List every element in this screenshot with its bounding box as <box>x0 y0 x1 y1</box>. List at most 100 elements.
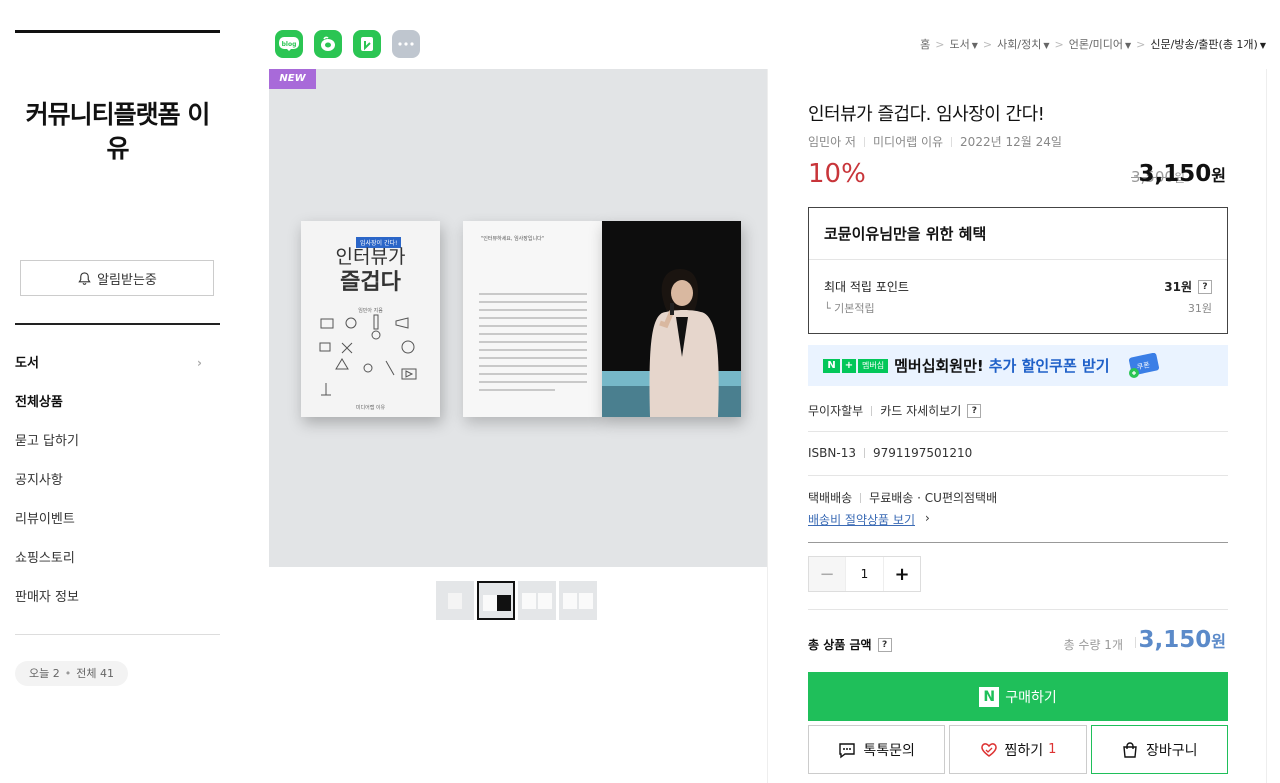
secondary-actions: 톡톡문의 찜하기 1 장바구니 <box>808 725 1228 774</box>
help-icon[interactable]: ? <box>967 403 982 418</box>
store-name[interactable]: 커뮤니티플랫폼 이유 <box>15 98 220 166</box>
thumbnail[interactable] <box>518 581 556 620</box>
page-heading: "인터뷰하세요, 임사장입니다" <box>481 236 544 242</box>
thumbnail[interactable] <box>559 581 597 620</box>
total-price: 3,150원 <box>1138 627 1227 653</box>
sidebar-item-books[interactable]: 도서 › <box>15 344 220 383</box>
base-points-row: └ 기본적립 31원 <box>824 300 1212 316</box>
sidebar-divider-top <box>15 30 220 33</box>
chevron-right-icon: › <box>197 356 202 370</box>
sidebar-divider-bottom <box>15 634 220 635</box>
breadcrumb-books[interactable]: 도서 ▼ <box>950 36 978 52</box>
quantity-plus-button[interactable]: + <box>884 557 920 591</box>
max-points-row: 최대 적립 포인트 31원? <box>824 278 1212 295</box>
chat-icon <box>839 742 856 758</box>
book-cover: 임사장이 간다! 인터뷰가 즐겁다 임민아 지음 미디어랩 이유 <box>301 221 440 417</box>
thumbnail[interactable] <box>436 581 474 620</box>
installment-label: 무이자할부 <box>808 404 864 418</box>
keep-icon[interactable] <box>353 30 381 58</box>
visit-total: 전체 41 <box>76 667 114 680</box>
caret-down-icon: ▼ <box>1043 41 1050 50</box>
buy-button[interactable]: N 구매하기 <box>808 672 1228 721</box>
quantity-minus-button[interactable]: − <box>809 557 845 591</box>
sidebar-item-label: 리뷰이벤트 <box>15 512 75 527</box>
sidebar-item-qna[interactable]: 묻고 답하기 <box>15 422 220 461</box>
coupon-icon: 쿠폰 <box>1128 353 1160 378</box>
help-icon[interactable]: ? <box>877 637 892 652</box>
isbn-label: ISBN-13 <box>808 446 856 460</box>
naver-pay-icon: N <box>979 686 1000 707</box>
caret-down-icon: ▼ <box>971 41 978 50</box>
breadcrumb-publishing[interactable]: 신문/방송/출판(총 1개) ▼ <box>1150 36 1266 52</box>
product-main-image[interactable]: 임사장이 간다! 인터뷰가 즐겁다 임민아 지음 미디어랩 이유 "인터뷰하세요… <box>269 69 767 567</box>
installment-row: 무이자할부 카드 자세히보기 ? <box>808 402 982 419</box>
membership-coupon-banner[interactable]: N + 멤버십 멤버십회원만! 추가 할인쿠폰 받기 쿠폰 <box>808 345 1228 386</box>
alarm-label: 알림받는중 <box>97 272 157 288</box>
benefit-box: 코뮨이유님만을 위한 혜택 최대 적립 포인트 31원? └ 기본적립 31원 <box>808 207 1228 334</box>
sidebar: 커뮤니티플랫폼 이유 알림받는중 도서 › 전체상품 묻고 답하기 공지사항 리… <box>0 0 240 783</box>
speaker-photo <box>602 221 741 417</box>
membership-pill: 멤버십 <box>858 358 889 373</box>
banner-link-text: 추가 할인쿠폰 받기 <box>988 357 1110 375</box>
sidebar-menu: 도서 › 전체상품 묻고 답하기 공지사항 리뷰이벤트 쇼핑스토리 판매자 정보 <box>15 344 220 617</box>
base-points-label: └ 기본적립 <box>824 302 875 315</box>
thumbnail-list <box>436 581 597 620</box>
caret-down-icon: ▼ <box>1259 41 1266 50</box>
breadcrumb-media[interactable]: 언론/미디어 ▼ <box>1069 36 1131 52</box>
shopping-bag-icon <box>1123 741 1137 758</box>
blog-icon-label: blog <box>282 41 297 48</box>
breadcrumb-home[interactable]: 홈 <box>920 36 930 52</box>
alarm-button[interactable]: 알림받는중 <box>20 260 214 296</box>
sidebar-item-label: 판매자 정보 <box>15 590 79 605</box>
divider <box>808 475 1228 476</box>
book-inner-page: "인터뷰하세요, 임사장입니다" <box>463 221 602 417</box>
divider <box>808 542 1228 543</box>
sidebar-item-label: 쇼핑스토리 <box>15 551 75 566</box>
sidebar-item-shopping-story[interactable]: 쇼핑스토리 <box>15 539 220 578</box>
help-icon[interactable]: ? <box>1198 279 1212 294</box>
shipping-row: 택배배송 무료배송 · CU편의점택배 <box>808 489 997 506</box>
doodle-icons <box>319 314 417 396</box>
sidebar-item-label: 전체상품 <box>15 395 63 410</box>
buy-label: 구매하기 <box>1005 689 1057 706</box>
sidebar-item-all-products[interactable]: 전체상품 <box>15 383 220 422</box>
caret-down-icon: ▼ <box>1125 41 1132 50</box>
page-text-lines <box>479 293 587 397</box>
max-points-label: 최대 적립 포인트 <box>824 280 909 294</box>
cart-button[interactable]: 장바구니 <box>1090 725 1228 774</box>
blog-icon[interactable]: blog <box>275 30 303 58</box>
shipping-label: 택배배송 <box>808 491 853 505</box>
product-info-panel: 인터뷰가 즐겁다. 임사장이 간다! 임민아 저 미디어랩 이유 2022년 1… <box>767 69 1267 783</box>
product-date: 2022년 12월 24일 <box>960 135 1062 149</box>
book-photo-page <box>602 221 741 417</box>
share-icons: blog <box>275 30 420 58</box>
discount-rate: 10% <box>808 159 866 189</box>
breadcrumb-society[interactable]: 사회/정치 ▼ <box>997 36 1049 52</box>
visit-counter: 오늘 2 • 전체 41 <box>15 661 128 686</box>
sidebar-item-notice[interactable]: 공지사항 <box>15 461 220 500</box>
total-label: 총 상품 금액? <box>808 636 892 653</box>
wish-button[interactable]: 찜하기 1 <box>949 725 1087 774</box>
sidebar-divider <box>15 323 220 325</box>
isbn-value: 9791197501210 <box>872 446 973 460</box>
quantity-value[interactable]: 1 <box>845 557 884 591</box>
visit-today: 오늘 2 <box>29 667 60 680</box>
cafe-icon[interactable] <box>314 30 342 58</box>
card-detail-link[interactable]: 카드 자세히보기 <box>880 402 961 419</box>
cover-title: 인터뷰가 즐겁다 <box>335 246 406 295</box>
naver-n-icon: N <box>823 358 840 373</box>
sidebar-item-review-event[interactable]: 리뷰이벤트 <box>15 500 220 539</box>
breadcrumb: 홈 > 도서 ▼ > 사회/정치 ▼ > 언론/미디어 ▼ > 신문/방송/출판(총 … <box>920 36 1266 52</box>
sidebar-item-seller-info[interactable]: 판매자 정보 <box>15 578 220 617</box>
talk-inquiry-button[interactable]: 톡톡문의 <box>808 725 946 774</box>
more-icon[interactable] <box>392 30 420 58</box>
shipping-saver-link[interactable]: 배송비 절약상품 보기 <box>808 511 915 528</box>
product-publisher: 미디어랩 이유 <box>872 135 944 149</box>
new-badge: NEW <box>269 69 316 89</box>
thumbnail-selected[interactable] <box>477 581 515 620</box>
sale-price: 3,150원 <box>1138 161 1227 187</box>
divider <box>808 431 1228 432</box>
total-quantity: 총 수량 1개 <box>1063 638 1123 652</box>
quantity-stepper: − 1 + <box>808 556 921 592</box>
banner-text: 멤버십회원만! <box>894 357 984 375</box>
